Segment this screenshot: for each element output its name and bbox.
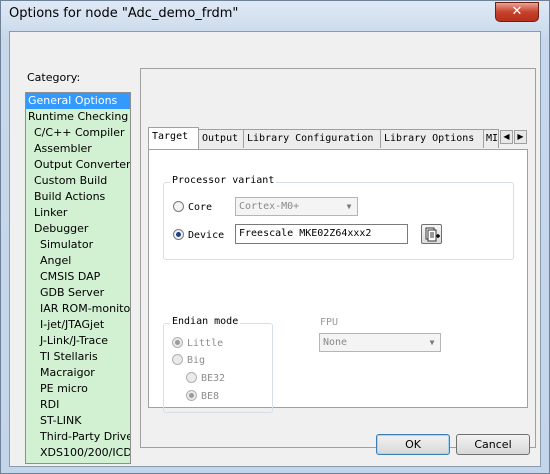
processor-variant-group: Processor variant Core Cortex-M0+ ▼ Devi… bbox=[163, 175, 514, 260]
device-radio[interactable]: Device bbox=[173, 229, 224, 243]
arrow-left-icon: ◀ bbox=[503, 132, 510, 141]
options-dialog: Options for node "Adc_demo_frdm" ✕ Categ… bbox=[0, 0, 550, 474]
category-item-xds100-200-icdi[interactable]: XDS100/200/ICDI bbox=[26, 445, 130, 461]
processor-variant-title: Processor variant bbox=[170, 175, 277, 186]
big-radio-button[interactable] bbox=[172, 354, 183, 365]
tab-mi[interactable]: MI bbox=[483, 129, 499, 148]
category-label: Category: bbox=[27, 71, 81, 84]
core-radio[interactable]: Core bbox=[173, 201, 212, 215]
be8-radio-button[interactable] bbox=[186, 390, 197, 401]
endian-mode-title: Endian mode bbox=[170, 316, 241, 327]
category-item-custom-build[interactable]: Custom Build bbox=[26, 173, 130, 189]
category-item-debugger[interactable]: Debugger bbox=[26, 221, 130, 237]
category-item-st-link[interactable]: ST-LINK bbox=[26, 413, 130, 429]
category-item-simulator[interactable]: Simulator bbox=[26, 237, 130, 253]
chevron-down-icon: ▼ bbox=[346, 202, 352, 211]
device-list-icon bbox=[425, 227, 440, 242]
endian-mode-group: Endian mode Little Big BE32 BE8 bbox=[163, 316, 273, 413]
tab-library-options[interactable]: Library Options bbox=[380, 129, 484, 148]
device-radio-button[interactable] bbox=[173, 229, 184, 240]
tab-scroll-left-button[interactable]: ◀ bbox=[500, 130, 513, 144]
little-radio[interactable]: Little bbox=[172, 337, 223, 351]
big-radio[interactable]: Big bbox=[172, 354, 205, 368]
fpu-select: None ▼ bbox=[319, 333, 441, 352]
ok-button[interactable]: OK bbox=[376, 434, 450, 455]
category-list[interactable]: General Options Runtime Checking C/C++ Com… bbox=[25, 92, 131, 464]
dialog-client-area: Category: General Options Runtime Checkin… bbox=[9, 31, 541, 467]
cancel-button-label: Cancel bbox=[474, 438, 512, 451]
category-item-general-options[interactable]: General Options bbox=[26, 93, 130, 109]
tab-library-configuration[interactable]: Library Configuration bbox=[243, 129, 381, 148]
tab-library-configuration-label: Library Configuration bbox=[247, 133, 374, 144]
big-radio-label: Big bbox=[187, 355, 206, 366]
be8-radio[interactable]: BE8 bbox=[186, 390, 219, 404]
title-bar[interactable]: Options for node "Adc_demo_frdm" ✕ bbox=[1, 1, 549, 29]
arrow-right-icon: ▶ bbox=[517, 132, 524, 141]
tab-target[interactable]: Target bbox=[148, 127, 199, 149]
category-item-third-party-driver[interactable]: Third-Party Driver bbox=[26, 429, 130, 445]
category-item-ti-stellaris[interactable]: TI Stellaris bbox=[26, 349, 130, 365]
select-device-button[interactable] bbox=[421, 224, 442, 244]
category-item-gdb-server[interactable]: GDB Server bbox=[26, 285, 130, 301]
category-item-linker[interactable]: Linker bbox=[26, 205, 130, 221]
close-button[interactable]: ✕ bbox=[495, 2, 539, 22]
category-item-cmsis-dap[interactable]: CMSIS DAP bbox=[26, 269, 130, 285]
chevron-down-icon: ▼ bbox=[429, 338, 435, 347]
tab-scroll-right-button[interactable]: ▶ bbox=[514, 130, 527, 144]
device-radio-label: Device bbox=[188, 230, 225, 241]
be8-radio-label: BE8 bbox=[201, 391, 220, 402]
category-item-iar-rom-monitor[interactable]: IAR ROM-monitor bbox=[26, 301, 130, 317]
fpu-select-value: None bbox=[323, 337, 348, 348]
be32-radio-button[interactable] bbox=[186, 372, 197, 383]
category-item-assembler[interactable]: Assembler bbox=[26, 141, 130, 157]
little-radio-label: Little bbox=[187, 338, 224, 349]
core-select-value: Cortex-M0+ bbox=[239, 201, 300, 212]
window-title: Options for node "Adc_demo_frdm" bbox=[9, 6, 239, 21]
be32-radio[interactable]: BE32 bbox=[186, 372, 225, 386]
device-field[interactable]: Freescale MKE02Z64xxx2 bbox=[235, 224, 408, 244]
tab-mi-label: MI bbox=[486, 133, 499, 144]
category-item-build-actions[interactable]: Build Actions bbox=[26, 189, 130, 205]
little-radio-button[interactable] bbox=[172, 337, 183, 348]
be32-radio-label: BE32 bbox=[201, 373, 226, 384]
tab-library-options-label: Library Options bbox=[384, 133, 475, 144]
category-item-rdi[interactable]: RDI bbox=[26, 397, 130, 413]
target-tab-page: Processor variant Core Cortex-M0+ ▼ Devi… bbox=[148, 149, 528, 413]
core-radio-label: Core bbox=[188, 202, 213, 213]
tab-output[interactable]: Output bbox=[198, 129, 244, 148]
category-item-macraigor[interactable]: Macraigor bbox=[26, 365, 130, 381]
category-item-pe-micro[interactable]: PE micro bbox=[26, 381, 130, 397]
category-item-i-jet-jtagjet[interactable]: I-jet/JTAGjet bbox=[26, 317, 130, 333]
core-select: Cortex-M0+ ▼ bbox=[235, 197, 358, 216]
category-item-angel[interactable]: Angel bbox=[26, 253, 130, 269]
category-item-j-link-j-trace[interactable]: J-Link/J-Trace bbox=[26, 333, 130, 349]
category-item-c-c-compiler[interactable]: C/C++ Compiler bbox=[26, 125, 130, 141]
core-radio-button[interactable] bbox=[173, 201, 184, 212]
fpu-label: FPU bbox=[320, 317, 339, 328]
cancel-button[interactable]: Cancel bbox=[456, 434, 530, 455]
category-item-output-converter[interactable]: Output Converter bbox=[26, 157, 130, 173]
device-field-value: Freescale MKE02Z64xxx2 bbox=[239, 228, 372, 239]
category-item-runtime-checking[interactable]: Runtime Checking bbox=[26, 109, 130, 125]
tab-target-label: Target bbox=[152, 131, 189, 142]
close-icon: ✕ bbox=[511, 4, 523, 19]
tab-output-label: Output bbox=[202, 133, 239, 144]
ok-button-label: OK bbox=[405, 438, 421, 451]
